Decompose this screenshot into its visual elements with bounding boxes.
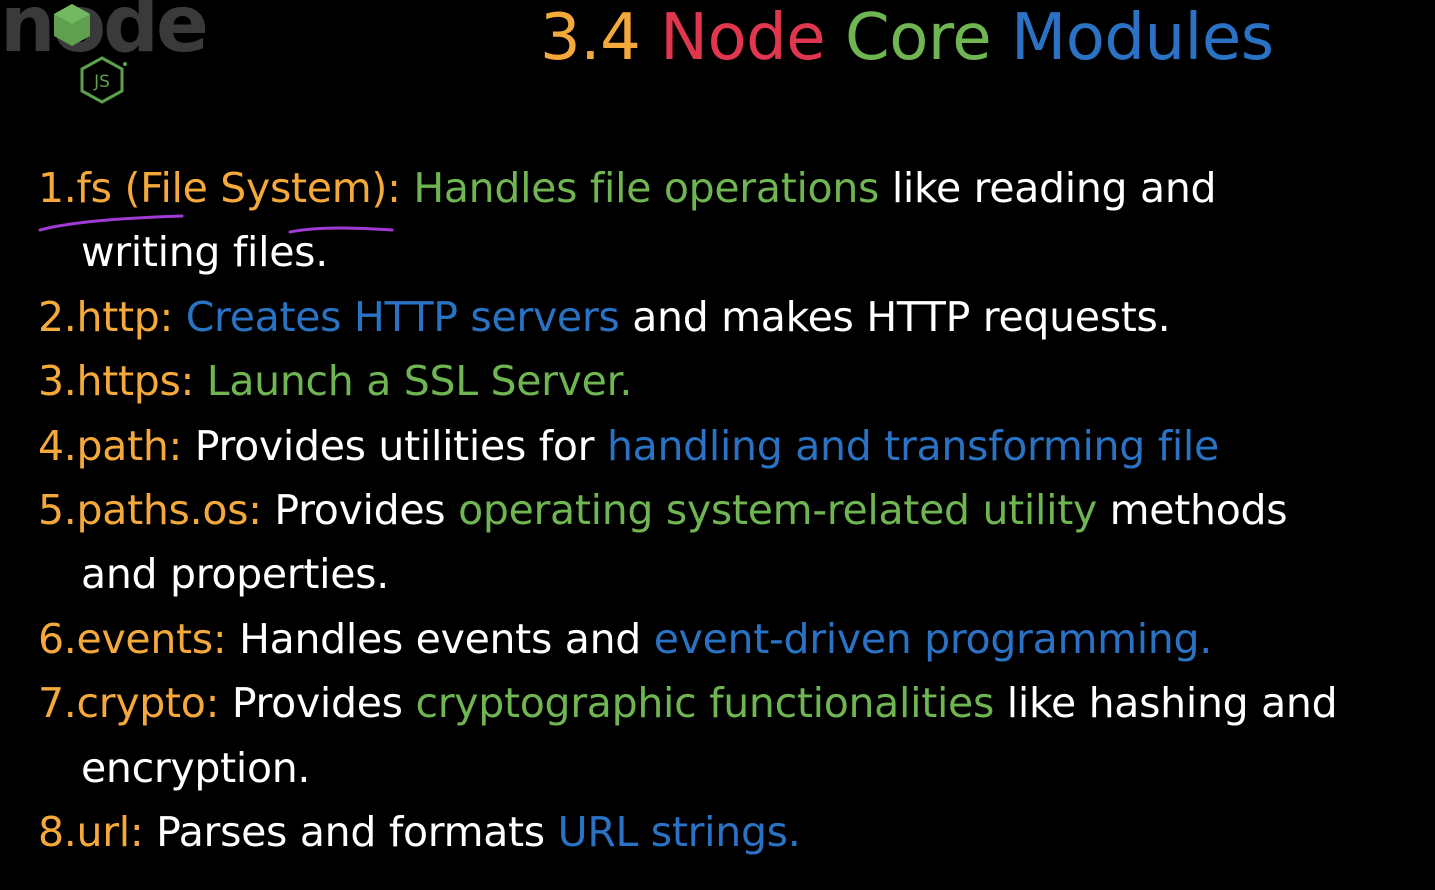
list-item: 4.path: Provides utilities for handling …	[38, 414, 1433, 478]
description-segment: Handles file operations	[400, 164, 880, 212]
module-name: 7.crypto:	[38, 679, 220, 728]
description-segment: Parses and formats	[143, 808, 558, 857]
description-segment: like reading and	[879, 164, 1217, 212]
list-item-line: 7.crypto: Provides cryptographic functio…	[38, 671, 1433, 735]
description-segment: Provides	[219, 679, 416, 728]
title-word-core: Core	[845, 1, 992, 75]
module-name: 2.http:	[38, 292, 173, 341]
list-item: 7.crypto: Provides cryptographic functio…	[38, 671, 1433, 800]
list-item: 8.url: Parses and formats URL strings.	[38, 800, 1433, 864]
slide: node JS 3.4 Node Core Modules 1.fs (File…	[0, 0, 1435, 890]
description-segment: Creates HTTP servers	[173, 292, 620, 341]
list-item-line: 2.http: Creates HTTP servers and makes H…	[38, 285, 1433, 349]
description-segment: and makes HTTP requests.	[619, 292, 1171, 341]
module-name: 6.events:	[38, 614, 227, 663]
module-name: 4.path:	[38, 421, 183, 470]
description-segment: Launch a SSL Server.	[194, 357, 633, 406]
description-segment: like hashing and	[994, 679, 1338, 728]
nodejs-logo: node JS	[0, 0, 210, 110]
description-segment: Provides utilities for	[182, 421, 607, 470]
list-item-line: 4.path: Provides utilities for handling …	[38, 414, 1433, 478]
list-item: 1.fs (File System): Handles file operati…	[38, 156, 1433, 285]
list-item-line: 3.https: Launch a SSL Server.	[38, 349, 1433, 413]
module-name: 8.url:	[38, 808, 144, 857]
title-word-modules: Modules	[1010, 1, 1274, 75]
description-segment: cryptographic functionalities	[415, 679, 995, 728]
module-list: 1.fs (File System): Handles file operati…	[38, 156, 1433, 864]
list-item-line: 1.fs (File System): Handles file operati…	[38, 156, 1433, 220]
module-name: 3.https:	[38, 357, 195, 406]
page-title: 3.4 Node Core Modules	[540, 2, 1274, 74]
description-segment: handling and transforming file	[606, 421, 1219, 470]
list-item-line: 6.events: Handles events and event-drive…	[38, 607, 1433, 671]
description-segment: URL strings.	[557, 808, 801, 857]
list-item: 6.events: Handles events and event-drive…	[38, 607, 1433, 671]
description-segment: encryption.	[81, 743, 311, 792]
list-item: 2.http: Creates HTTP servers and makes H…	[38, 285, 1433, 349]
title-word-node: Node	[660, 1, 826, 75]
js-badge-label: JS	[93, 72, 110, 92]
description-segment: Handles events and	[226, 614, 654, 663]
description-segment: writing files.	[81, 228, 328, 277]
description-segment: operating system-related utility	[458, 486, 1097, 535]
list-item: 5.paths.os: Provides operating system-re…	[38, 478, 1433, 607]
module-name: 5.paths.os:	[38, 486, 262, 535]
js-badge-icon: JS	[80, 56, 127, 104]
description-segment: Provides	[261, 486, 459, 535]
description-segment: methods	[1096, 486, 1288, 535]
list-item-line: and properties.	[38, 542, 1433, 606]
hexagon-icon	[54, 4, 90, 46]
description-segment: event-driven programming.	[653, 614, 1213, 663]
list-item-line: 5.paths.os: Provides operating system-re…	[38, 478, 1433, 542]
list-item-line: 8.url: Parses and formats URL strings.	[38, 800, 1433, 864]
list-item-line: writing files.	[38, 220, 1433, 284]
title-number: 3.4	[540, 1, 641, 75]
description-segment: and properties.	[81, 550, 389, 599]
module-name: 1.fs (File System):	[38, 164, 401, 212]
list-item: 3.https: Launch a SSL Server.	[38, 349, 1433, 413]
list-item-line: encryption.	[38, 736, 1433, 800]
